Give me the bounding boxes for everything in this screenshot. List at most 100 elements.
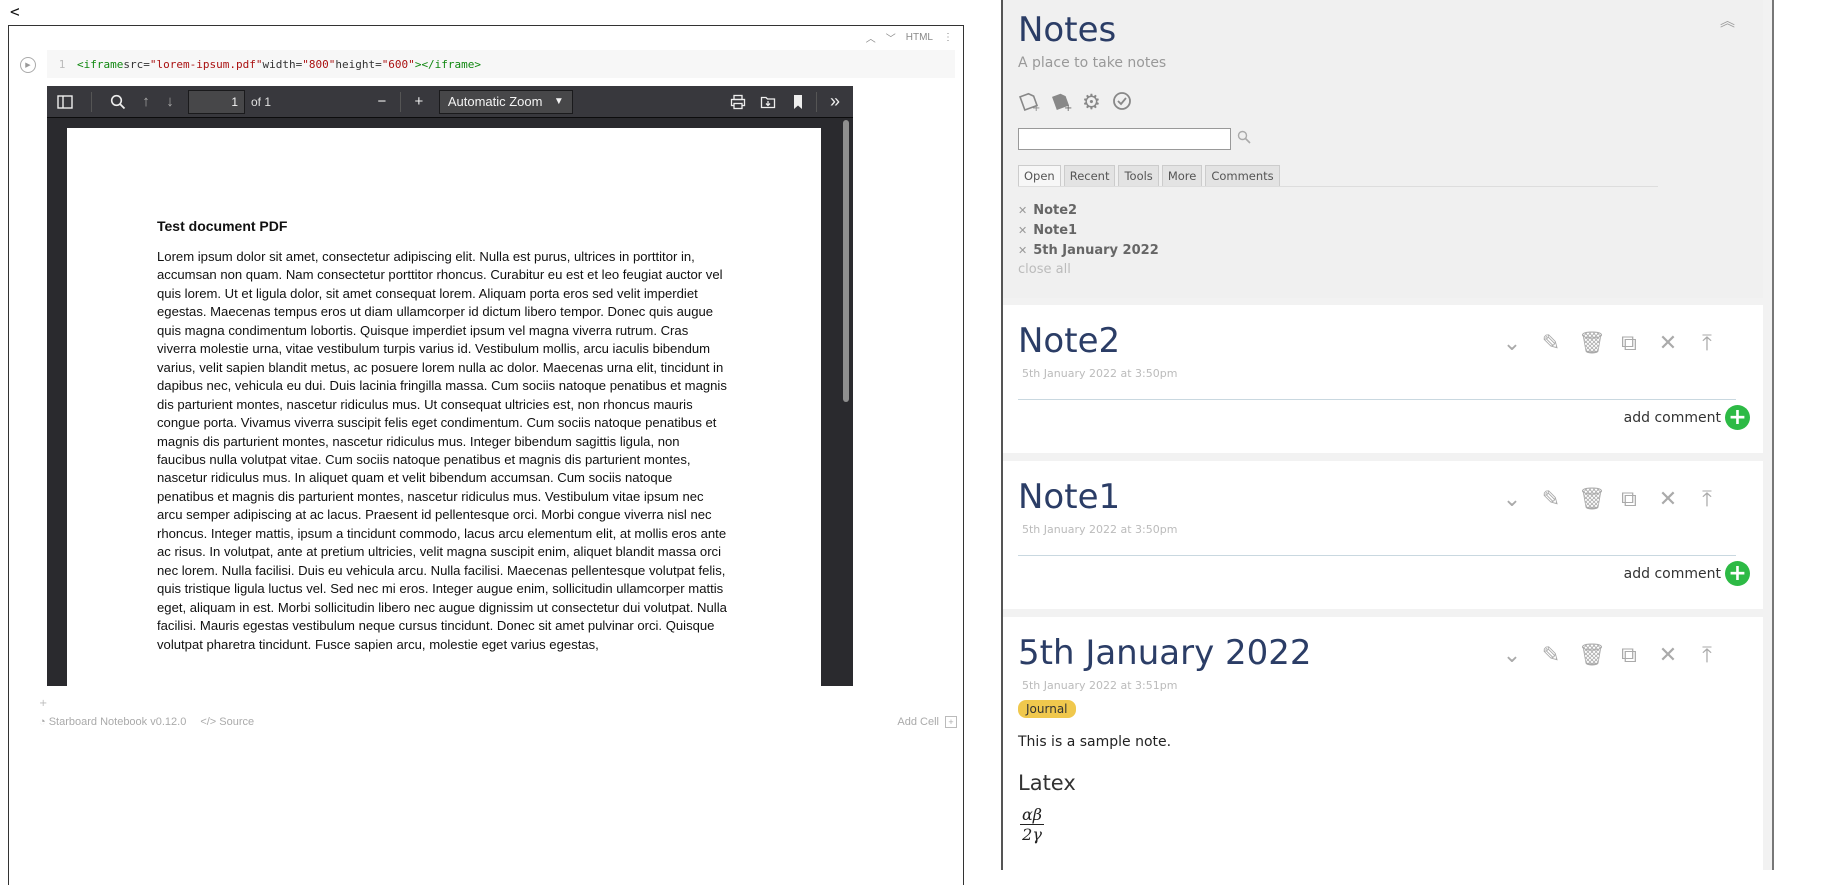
close-icon[interactable]: ✕ xyxy=(1656,643,1680,668)
pdf-scroll-area[interactable]: Test document PDF Lorem ipsum dolor sit … xyxy=(47,118,853,686)
close-icon[interactable]: ✕ xyxy=(1656,487,1680,512)
trash-icon[interactable]: 🗑 xyxy=(1578,331,1606,356)
add-comment-label: add comment xyxy=(1623,409,1721,426)
collapse-icon[interactable]: ⤒ xyxy=(1695,487,1719,512)
close-icon[interactable]: ✕ xyxy=(1018,244,1027,257)
divider xyxy=(1018,399,1736,400)
code-editor[interactable]: 1 <iframe src= "lorem-ipsum.pdf" width= … xyxy=(47,50,955,78)
pdf-toolbar: ↑ ↓ of 1 − + Automatic Zoom ▼ » xyxy=(47,86,853,118)
search-input[interactable] xyxy=(1018,128,1231,150)
note-title[interactable]: Note1 xyxy=(1018,477,1120,517)
move-down-icon[interactable]: ﹀ xyxy=(886,30,896,45)
search-icon[interactable] xyxy=(106,90,130,114)
zoom-value: Automatic Zoom xyxy=(447,94,543,109)
zoom-in-icon[interactable]: + xyxy=(407,90,431,114)
next-page-icon[interactable]: ↓ xyxy=(158,90,182,114)
zoom-select[interactable]: Automatic Zoom ▼ xyxy=(438,89,573,114)
pdf-viewer: ↑ ↓ of 1 − + Automatic Zoom ▼ » xyxy=(47,86,853,686)
add-comment-button[interactable]: add comment + xyxy=(1624,561,1750,586)
search-icon[interactable] xyxy=(1237,130,1251,148)
code-token: > xyxy=(414,57,422,71)
open-note-item[interactable]: ✕ Note1 xyxy=(1018,220,1159,240)
note-toolbar: ⌄ ✎ 🗑 ⧉ ✕ ⤒ xyxy=(1500,643,1719,668)
open-note-label[interactable]: Note2 xyxy=(1033,203,1077,218)
note-title[interactable]: 5th January 2022 xyxy=(1018,633,1312,673)
chevron-down-icon[interactable]: ⌄ xyxy=(1500,643,1524,668)
code-token: "lorem-ipsum.pdf" xyxy=(149,57,263,71)
code-token: src= xyxy=(123,57,150,71)
notebook-panel: ︿ ﹀ HTML ⋮ ▶ 1 <iframe src= "lorem-ipsum… xyxy=(8,25,964,885)
chevron-down-icon[interactable]: ⌄ xyxy=(1500,331,1524,356)
add-comment-button[interactable]: add comment + xyxy=(1624,405,1750,430)
chevron-down-icon[interactable]: ⌄ xyxy=(1500,487,1524,512)
code-token: > xyxy=(474,57,482,71)
trash-icon[interactable]: 🗑 xyxy=(1578,643,1606,668)
move-up-icon[interactable]: ︿ xyxy=(866,30,876,45)
page-number-input[interactable] xyxy=(188,89,245,114)
code-token: "800" xyxy=(302,57,336,71)
cell-language[interactable]: HTML xyxy=(906,32,933,43)
close-icon[interactable]: ✕ xyxy=(1656,331,1680,356)
sidebar-toggle-icon[interactable] xyxy=(53,90,77,114)
open-window-icon[interactable]: ⧉ xyxy=(1617,331,1641,356)
back-button[interactable]: < xyxy=(10,2,20,21)
starboard-icon: ◔ xyxy=(39,716,46,728)
open-note-label[interactable]: Note1 xyxy=(1033,223,1077,238)
insert-cell-marker[interactable]: + xyxy=(39,698,47,709)
code-token: height= xyxy=(335,57,382,71)
note-date: 5th January 2022 at 3:51pm xyxy=(1022,679,1178,692)
add-cell-icon: + xyxy=(945,716,957,728)
open-note-item[interactable]: ✕ Note2 xyxy=(1018,200,1159,220)
edit-icon[interactable]: ✎ xyxy=(1539,487,1563,512)
bookmark-icon[interactable] xyxy=(786,90,810,114)
open-notes-list: ✕ Note2 ✕ Note1 ✕ 5th January 2022 close… xyxy=(1018,200,1159,278)
open-window-icon[interactable]: ⧉ xyxy=(1617,643,1641,668)
note-title[interactable]: Note2 xyxy=(1018,321,1120,361)
tab-comments[interactable]: Comments xyxy=(1205,165,1280,186)
note-date: 5th January 2022 at 3:50pm xyxy=(1022,367,1178,380)
zoom-out-icon[interactable]: − xyxy=(370,90,394,114)
tag-badge[interactable]: Journal xyxy=(1018,700,1076,718)
close-icon[interactable]: ✕ xyxy=(1018,224,1027,237)
cell-toolbar: ︿ ﹀ HTML ⋮ xyxy=(866,30,953,45)
note-date: 5th January 2022 at 3:50pm xyxy=(1022,523,1178,536)
print-icon[interactable] xyxy=(726,90,750,114)
notes-sidebar: Notes A place to take notes ︽ + + ⚙ Open… xyxy=(1003,0,1772,870)
collapse-icon[interactable]: ⤒ xyxy=(1695,643,1719,668)
brand-link[interactable]: ◔ Starboard Notebook v0.12.0 xyxy=(39,716,186,728)
download-icon[interactable] xyxy=(756,90,780,114)
gear-icon[interactable]: ⚙ xyxy=(1082,90,1101,117)
source-link[interactable]: </> Source xyxy=(200,716,254,728)
divider xyxy=(1018,555,1736,556)
pdf-page: Test document PDF Lorem ipsum dolor sit … xyxy=(67,128,821,686)
tools-menu-icon[interactable]: » xyxy=(823,90,847,114)
run-cell-button[interactable]: ▶ xyxy=(20,57,36,73)
edit-icon[interactable]: ✎ xyxy=(1539,643,1563,668)
add-cell-button[interactable]: Add Cell + xyxy=(897,716,957,728)
collapse-all-icon[interactable]: ︽ xyxy=(1720,10,1735,31)
notes-header: Notes A place to take notes ︽ + + ⚙ Open… xyxy=(1003,0,1763,298)
new-tagged-note-icon[interactable]: + xyxy=(1050,90,1072,117)
previous-page-icon[interactable]: ↑ xyxy=(134,90,158,114)
more-icon[interactable]: ⋮ xyxy=(943,32,953,43)
tab-tools[interactable]: Tools xyxy=(1118,165,1159,186)
notes-subtitle: A place to take notes xyxy=(1018,55,1167,71)
open-note-item[interactable]: ✕ 5th January 2022 xyxy=(1018,240,1159,260)
new-note-icon[interactable]: + xyxy=(1018,90,1040,117)
open-window-icon[interactable]: ⧉ xyxy=(1617,487,1641,512)
edit-icon[interactable]: ✎ xyxy=(1539,331,1563,356)
collapse-icon[interactable]: ⤒ xyxy=(1695,331,1719,356)
tab-open[interactable]: Open xyxy=(1018,165,1061,186)
open-note-label[interactable]: 5th January 2022 xyxy=(1033,243,1159,258)
add-cell-label: Add Cell xyxy=(897,716,939,728)
tab-more[interactable]: More xyxy=(1161,165,1203,186)
close-icon[interactable]: ✕ xyxy=(1018,204,1027,217)
line-number: 1 xyxy=(58,57,66,71)
close-all-link[interactable]: close all xyxy=(1018,262,1159,277)
tab-recent[interactable]: Recent xyxy=(1063,165,1116,186)
check-circle-icon[interactable] xyxy=(1111,90,1133,117)
note-toolbar: ⌄ ✎ 🗑 ⧉ ✕ ⤒ xyxy=(1500,487,1719,512)
note-body-text: This is a sample note. xyxy=(1018,734,1172,750)
pdf-scrollbar[interactable] xyxy=(843,120,849,402)
trash-icon[interactable]: 🗑 xyxy=(1578,487,1606,512)
